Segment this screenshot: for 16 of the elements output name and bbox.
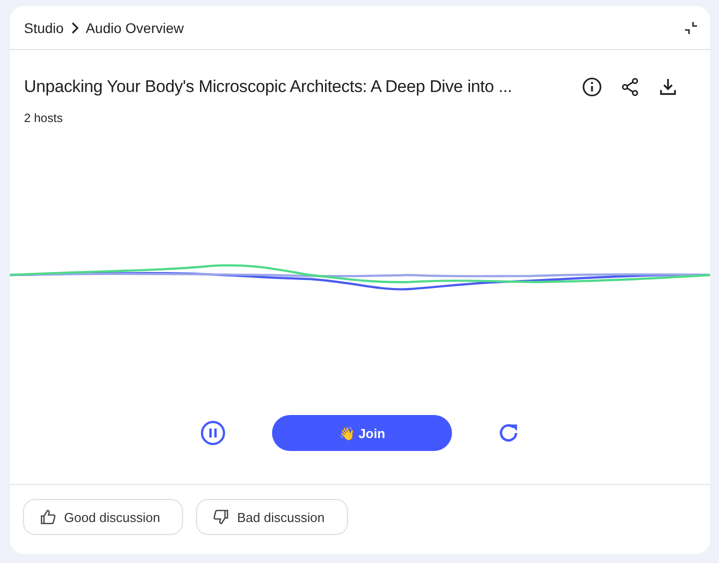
info-icon[interactable]	[582, 77, 602, 97]
pause-icon[interactable]	[200, 420, 226, 446]
thumbs-down-icon	[213, 509, 230, 525]
breadcrumb-current: Audio Overview	[86, 20, 184, 36]
collapse-icon[interactable]	[684, 20, 698, 34]
hosts-count: 2 hosts	[23, 110, 64, 125]
thumbs-up-icon	[40, 509, 56, 525]
replay-icon[interactable]	[498, 422, 520, 444]
good-discussion-button[interactable]: Good discussion	[23, 499, 184, 535]
audio-title: Unpacking Your Body's Microscopic Architects: A Deep Dive into ...	[24, 77, 514, 97]
share-icon[interactable]	[620, 77, 640, 97]
chevron-icon	[70, 22, 79, 34]
join-button[interactable]: 👋 Join	[272, 415, 452, 451]
breadcrumb-link[interactable]: Studio	[24, 20, 64, 36]
download-icon[interactable]	[658, 77, 678, 97]
bad-discussion-button[interactable]: Bad discussion	[196, 499, 348, 535]
